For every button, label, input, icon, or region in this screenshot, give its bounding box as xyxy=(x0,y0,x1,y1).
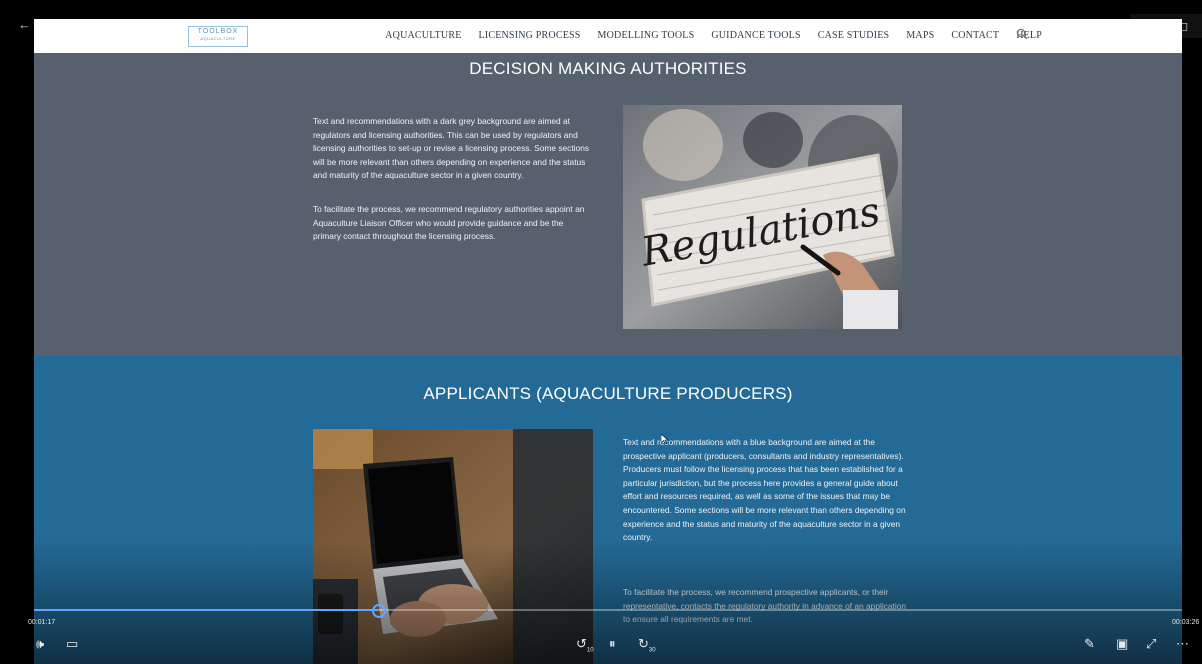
top-navigation: TOOLBOX AQUACULTURE AQUACULTURE LICENSIN… xyxy=(34,19,1182,53)
pause-icon[interactable]: ⏸ xyxy=(609,636,616,652)
nav-menu: AQUACULTURE LICENSING PROCESS MODELLING … xyxy=(385,30,1042,41)
logo-subtitle: AQUACULTURE xyxy=(200,36,236,41)
miniplayer-icon[interactable]: ▣ xyxy=(1116,636,1128,652)
search-icon[interactable] xyxy=(1016,28,1028,40)
applicants-paragraph-1: Text and recommendations with a blue bac… xyxy=(623,437,906,543)
nav-item-licensing-process[interactable]: LICENSING PROCESS xyxy=(479,30,581,41)
nav-item-maps[interactable]: MAPS xyxy=(906,30,934,41)
nav-item-aquaculture[interactable]: AQUACULTURE xyxy=(385,30,461,41)
forward-arrow: ↻ xyxy=(638,636,649,651)
decision-paragraph-2: To facilitate the process, we recommend … xyxy=(313,204,585,242)
mouse-cursor-icon xyxy=(661,434,669,444)
nav-item-modelling-tools[interactable]: MODELLING TOOLS xyxy=(598,30,695,41)
nav-item-case-studies[interactable]: CASE STUDIES xyxy=(818,30,890,41)
forward-30-icon[interactable]: ↻30 xyxy=(638,636,656,659)
pen-icon[interactable]: ✎ xyxy=(1084,636,1095,652)
total-time: 00:03:26 xyxy=(1172,619,1200,626)
applicants-paragraph-2: To facilitate the process, we recommend … xyxy=(623,587,907,625)
video-player-window: ← – ◻ TOOLBOX AQUACULTURE AQUACULTURE LI… xyxy=(0,0,1202,664)
laptop-image xyxy=(313,429,593,664)
nav-item-contact[interactable]: CONTACT xyxy=(951,30,999,41)
regulations-image: Regulations xyxy=(623,105,902,329)
forward-seconds: 30 xyxy=(648,647,656,654)
nav-item-guidance-tools[interactable]: GUIDANCE TOOLS xyxy=(711,30,800,41)
rewind-10-icon[interactable]: ↺10 xyxy=(576,636,594,659)
decision-section: DECISION MAKING AUTHORITIES Text and rec… xyxy=(34,53,1182,356)
webpage-capture: TOOLBOX AQUACULTURE AQUACULTURE LICENSIN… xyxy=(34,19,1182,664)
captions-icon[interactable]: ▭ xyxy=(66,636,78,652)
logo-title: TOOLBOX xyxy=(197,28,239,35)
more-options-icon[interactable]: ⋯ xyxy=(1176,636,1189,652)
seek-bar[interactable] xyxy=(34,604,1182,618)
toolbox-logo[interactable]: TOOLBOX AQUACULTURE xyxy=(188,26,248,47)
fullscreen-icon[interactable]: ⤢ xyxy=(1146,636,1156,652)
rewind-arrow: ↺ xyxy=(576,636,587,651)
decision-paragraph-1: Text and recommendations with a dark gre… xyxy=(313,116,590,181)
applicants-title: APPLICANTS (AQUACULTURE PRODUCERS) xyxy=(423,384,793,403)
back-arrow-icon[interactable]: ← xyxy=(18,18,32,32)
elapsed-time: 00:01:17 xyxy=(28,619,56,626)
decision-title: DECISION MAKING AUTHORITIES xyxy=(469,59,747,78)
applicants-section: APPLICANTS (AQUACULTURE PRODUCERS) Text … xyxy=(34,356,1182,664)
seek-bar-progress xyxy=(34,609,379,611)
volume-icon[interactable]: 🕪 xyxy=(36,636,44,652)
rewind-seconds: 10 xyxy=(586,647,594,654)
